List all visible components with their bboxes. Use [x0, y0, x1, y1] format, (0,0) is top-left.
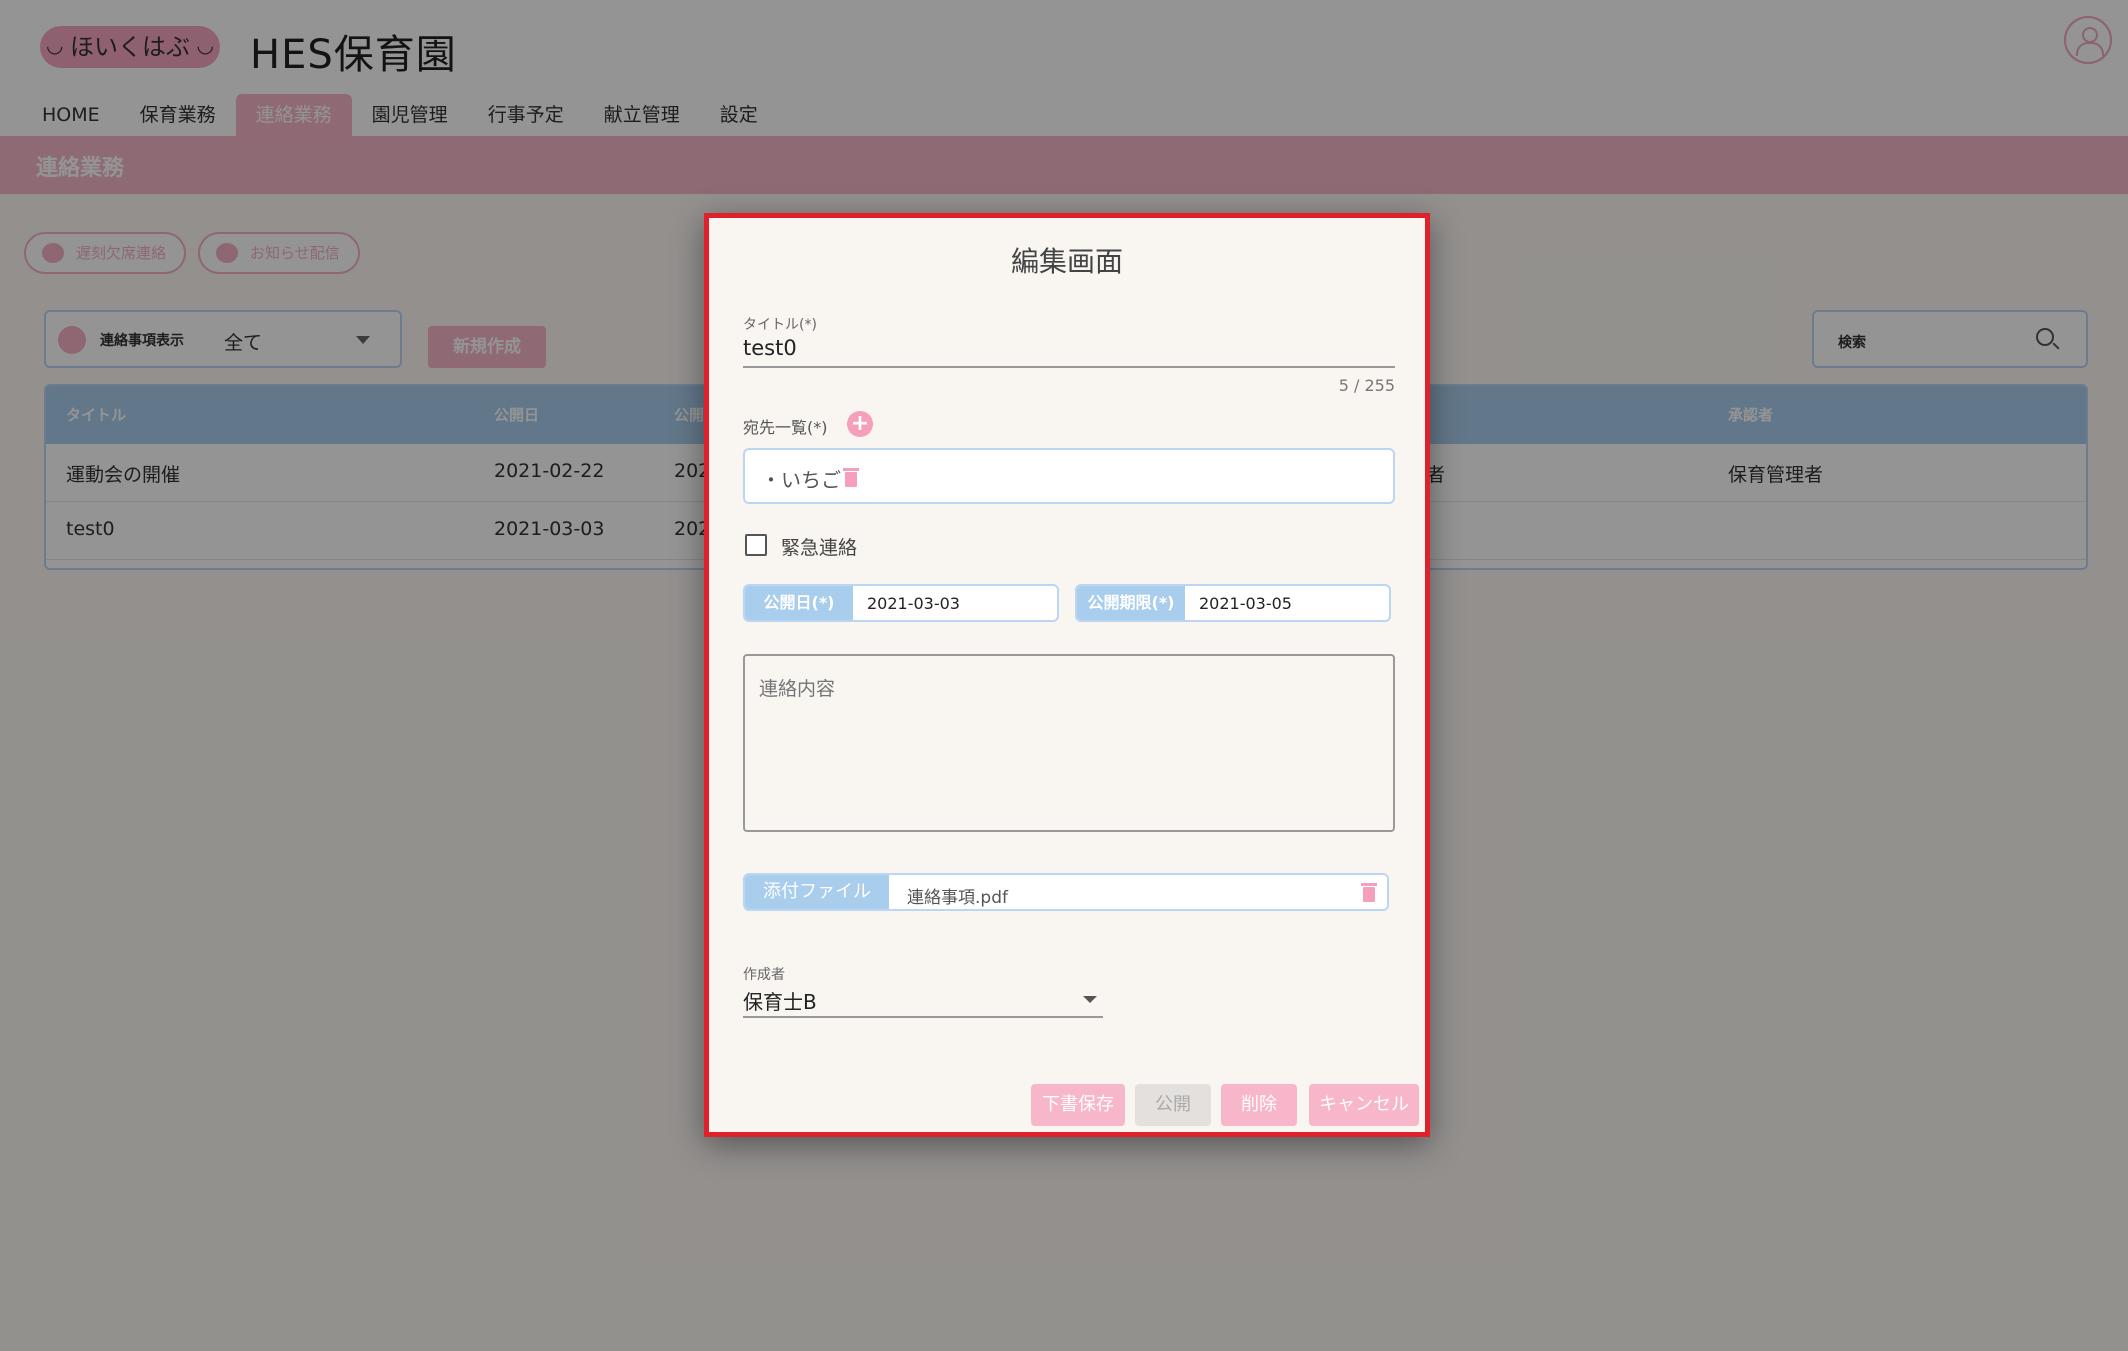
title-field-label: タイトル(*)	[743, 317, 817, 333]
urgent-checkbox[interactable]	[745, 534, 767, 556]
deadline-field[interactable]: 公開期限(*) 2021-03-05	[1075, 584, 1391, 622]
title-input[interactable]: test0	[743, 336, 797, 360]
char-counter: 5 / 255	[1338, 376, 1395, 395]
publish-date-field[interactable]: 公開日(*) 2021-03-03	[743, 584, 1059, 622]
delete-button[interactable]: 削除	[1221, 1084, 1297, 1126]
attachment-label: 添付ファイル	[745, 875, 889, 909]
edit-dialog: 編集画面 タイトル(*) test0 5 / 255 宛先一覧(*) + ・いち…	[704, 213, 1430, 1137]
attachment-field[interactable]: 添付ファイル 連絡事項.pdf	[743, 873, 1389, 911]
publish-date-label: 公開日(*)	[745, 586, 853, 620]
destination-list: ・いちご	[743, 448, 1395, 504]
urgent-label: 緊急連絡	[781, 537, 858, 559]
dialog-title: 編集画面	[1010, 245, 1123, 278]
publish-button[interactable]: 公開	[1135, 1084, 1211, 1126]
chevron-down-icon[interactable]	[1083, 996, 1097, 1003]
author-field-label: 作成者	[743, 967, 785, 983]
content-textarea[interactable]	[743, 654, 1395, 832]
delete-attachment-icon[interactable]	[1361, 883, 1377, 902]
attachment-filename: 連絡事項.pdf	[907, 888, 1008, 908]
destination-item: ・いちご	[761, 468, 841, 492]
destination-label: 宛先一覧(*)	[743, 418, 828, 437]
deadline-value: 2021-03-05	[1199, 594, 1292, 613]
author-select-underline	[743, 1016, 1103, 1018]
draft-save-button[interactable]: 下書保存	[1031, 1084, 1125, 1126]
cancel-button[interactable]: キャンセル	[1309, 1084, 1419, 1126]
publish-date-value: 2021-03-03	[867, 594, 960, 613]
delete-destination-icon[interactable]	[843, 468, 859, 487]
add-destination-icon[interactable]: +	[847, 411, 873, 437]
title-input-underline	[743, 366, 1395, 368]
author-select[interactable]: 保育士B	[743, 986, 817, 1015]
deadline-label: 公開期限(*)	[1077, 586, 1185, 620]
